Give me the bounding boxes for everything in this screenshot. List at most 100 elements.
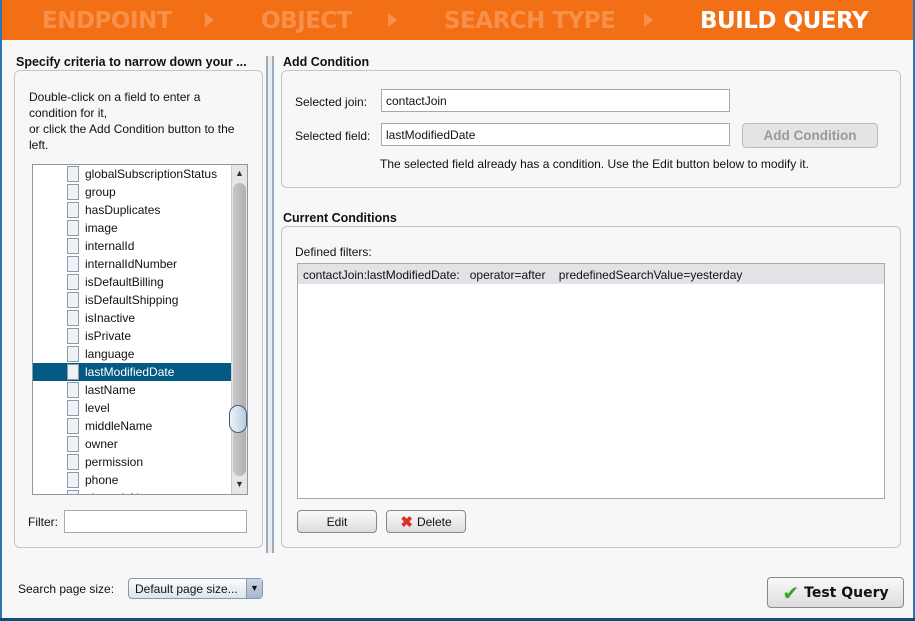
step-endpoint[interactable]: ENDPOINT: [42, 8, 172, 34]
field-name: internalIdNumber: [85, 257, 178, 271]
document-icon: [67, 400, 79, 416]
step-search-type[interactable]: SEARCH TYPE: [444, 8, 616, 34]
document-icon: [67, 292, 79, 308]
page-size-label: Search page size:: [18, 582, 115, 596]
instruction-line: Double-click on a field to enter a: [29, 90, 201, 104]
delete-label: Delete: [416, 514, 452, 529]
field-name: isDefaultBilling: [85, 275, 164, 289]
document-icon: [67, 436, 79, 452]
document-icon: [67, 328, 79, 344]
delete-x-icon: ✖: [400, 513, 413, 531]
field-item[interactable]: level: [33, 399, 231, 417]
document-icon: [67, 220, 79, 236]
chevron-right-icon: [388, 13, 397, 27]
checkmark-icon: ✔: [782, 580, 800, 605]
split-divider[interactable]: [266, 56, 274, 553]
document-icon: [67, 346, 79, 362]
field-name: globalSubscriptionStatus: [85, 167, 218, 181]
document-icon: [67, 202, 79, 218]
document-icon: [67, 274, 79, 290]
scroll-up-icon[interactable]: ▲: [235, 168, 244, 178]
join-label: Selected join:: [295, 95, 368, 109]
field-item[interactable]: language: [33, 345, 231, 363]
scrollbar[interactable]: ▲ ▼: [229, 165, 247, 494]
test-query-label: Test Query: [804, 584, 889, 601]
field-name: lastModifiedDate: [85, 365, 175, 379]
field-item[interactable]: phone: [33, 471, 231, 489]
field-name: isDefaultShipping: [85, 293, 179, 307]
condition-message: The selected field already has a conditi…: [380, 157, 809, 171]
filters-list[interactable]: contactJoin:lastModifiedDate: operator=a…: [297, 263, 885, 499]
page-size-value: Default page size...: [135, 581, 238, 596]
add-condition-title: Add Condition: [283, 55, 370, 69]
field-item[interactable]: hasDuplicates: [33, 201, 231, 219]
wizard-window: ENDPOINT OBJECT SEARCH TYPE BUILD QUERY …: [2, 0, 913, 618]
field-item[interactable]: phoneticName: [33, 489, 231, 494]
edit-button[interactable]: Edit: [297, 510, 377, 533]
left-panel-title: Specify criteria to narrow down your ...: [16, 55, 247, 69]
document-icon: [67, 166, 79, 182]
field-item[interactable]: permission: [33, 453, 231, 471]
page-size-select[interactable]: Default page size... ▼: [128, 578, 263, 599]
document-icon: [67, 310, 79, 326]
step-build-query[interactable]: BUILD QUERY: [700, 8, 869, 34]
chevron-right-icon: [205, 13, 214, 27]
field-name: isInactive: [85, 311, 136, 325]
field-item[interactable]: internalIdNumber: [33, 255, 231, 273]
current-conditions-title: Current Conditions: [283, 211, 397, 225]
defined-filters-label: Defined filters:: [295, 245, 372, 259]
field-item[interactable]: internalId: [33, 237, 231, 255]
document-icon: [67, 490, 79, 494]
instructions: Double-click on a field to enter a condi…: [29, 89, 234, 153]
field-item[interactable]: lastName: [33, 381, 231, 399]
step-object[interactable]: OBJECT: [261, 8, 352, 34]
document-icon: [67, 238, 79, 254]
instruction-line: left.: [29, 138, 49, 152]
filter-row[interactable]: contactJoin:lastModifiedDate: operator=a…: [298, 264, 884, 284]
field-item[interactable]: group: [33, 183, 231, 201]
field-item[interactable]: globalSubscriptionStatus: [33, 165, 231, 183]
add-condition-button[interactable]: Add Condition: [742, 123, 878, 148]
filter-input[interactable]: [64, 510, 247, 533]
field-name: middleName: [85, 419, 153, 433]
field-name: image: [85, 221, 118, 235]
join-input[interactable]: contactJoin: [381, 89, 730, 112]
test-query-button[interactable]: ✔ Test Query: [767, 577, 904, 608]
wizard-header: ENDPOINT OBJECT SEARCH TYPE BUILD QUERY: [2, 0, 913, 40]
field-name: hasDuplicates: [85, 203, 161, 217]
field-item[interactable]: image: [33, 219, 231, 237]
field-item[interactable]: isInactive: [33, 309, 231, 327]
field-input[interactable]: lastModifiedDate: [381, 123, 730, 146]
chevron-down-icon: ▼: [246, 579, 262, 598]
document-icon: [67, 454, 79, 470]
field-name: group: [85, 185, 116, 199]
document-icon: [67, 364, 79, 380]
field-name: lastName: [85, 383, 136, 397]
field-item[interactable]: isDefaultShipping: [33, 291, 231, 309]
field-name: owner: [85, 437, 118, 451]
field-item[interactable]: isPrivate: [33, 327, 231, 345]
field-tree[interactable]: phoneticName phone permission owner middleNa…: [32, 164, 248, 495]
field-name: phoneticName: [85, 491, 162, 494]
scroll-down-icon[interactable]: ▼: [235, 479, 244, 489]
field-item[interactable]: isDefaultBilling: [33, 273, 231, 291]
document-icon: [67, 256, 79, 272]
document-icon: [67, 184, 79, 200]
field-name: internalId: [85, 239, 135, 253]
instruction-line: condition for it,: [29, 106, 108, 120]
delete-button[interactable]: ✖ Delete: [386, 510, 466, 533]
scroll-thumb[interactable]: [229, 405, 247, 433]
filter-label: Filter:: [28, 515, 58, 529]
field-label: Selected field:: [295, 129, 371, 143]
field-item[interactable]: middleName: [33, 417, 231, 435]
field-name: phone: [85, 473, 119, 487]
document-icon: [67, 472, 79, 488]
field-name: permission: [85, 455, 144, 469]
instruction-line: or click the Add Condition button to the: [29, 122, 235, 136]
field-name: level: [85, 401, 110, 415]
chevron-right-icon: [644, 13, 653, 27]
field-item[interactable]: lastModifiedDate: [33, 363, 231, 381]
document-icon: [67, 382, 79, 398]
field-name: isPrivate: [85, 329, 132, 343]
field-item[interactable]: owner: [33, 435, 231, 453]
